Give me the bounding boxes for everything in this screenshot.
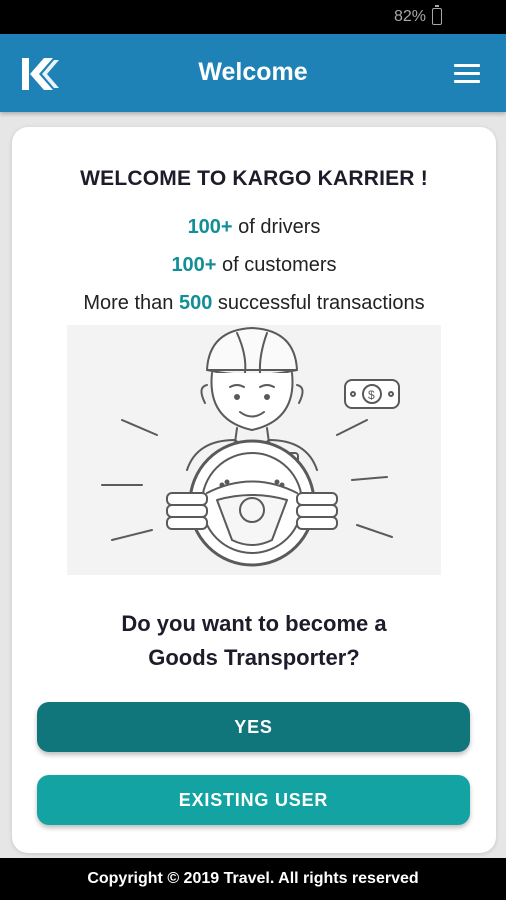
stat-drivers-label: of drivers xyxy=(232,216,321,238)
hamburger-menu-icon[interactable] xyxy=(454,64,480,84)
stat-customers-count: 100+ xyxy=(171,254,217,276)
welcome-heading: WELCOME TO KARGO KARRIER ! xyxy=(80,167,428,190)
stat-drivers: 100+ of drivers xyxy=(12,216,496,239)
stat-drivers-count: 100+ xyxy=(187,216,233,238)
welcome-card: WELCOME TO KARGO KARRIER ! 100+ of drive… xyxy=(12,127,496,853)
stat-transactions: More than 500 successful transactions xyxy=(12,292,496,315)
transporter-question: Do you want to become a Goods Transporte… xyxy=(12,607,496,675)
battery-icon xyxy=(432,5,442,25)
svg-text:$: $ xyxy=(368,388,375,402)
battery-percentage: 82% xyxy=(393,8,426,25)
app-title: Welcome xyxy=(198,58,308,86)
app-bar: Welcome xyxy=(0,34,506,112)
status-bar: 82% xyxy=(0,0,506,34)
stat-transactions-count: 500 xyxy=(178,292,213,314)
stat-customers: 100+ of customers xyxy=(12,254,496,277)
stat-transactions-label: successful transactions xyxy=(212,292,425,314)
copyright-footer: Copyright © 2019 Travel. All rights rese… xyxy=(0,858,506,900)
stat-transactions-prefix: More than xyxy=(83,292,179,314)
driver-illustration: $ xyxy=(67,325,441,575)
question-line-1: Do you want to become a xyxy=(121,611,387,636)
existing-user-button[interactable]: EXISTING USER xyxy=(37,775,470,825)
question-line-2: Goods Transporter? xyxy=(148,645,360,670)
yes-button[interactable]: YES xyxy=(37,702,470,752)
stat-customers-label: of customers xyxy=(216,254,337,276)
